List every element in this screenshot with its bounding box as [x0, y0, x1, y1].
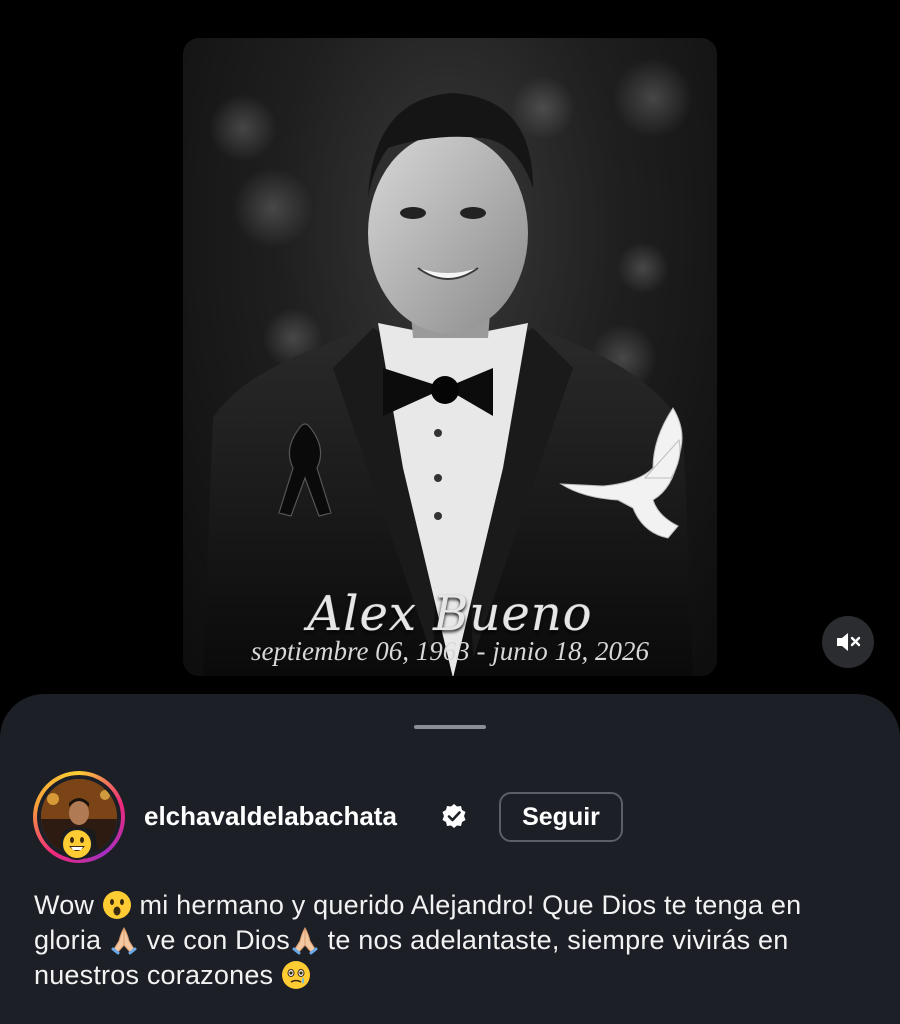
post-caption: Wow mi hermano y querido Alejandro! Que … [34, 888, 864, 993]
mute-button[interactable] [822, 616, 874, 668]
grinning-face-icon [61, 828, 93, 860]
praying-hands-icon [292, 927, 318, 955]
speaker-muted-icon [837, 633, 861, 651]
astonished-face-icon [102, 891, 131, 919]
post-username[interactable]: elchavaldelabachata [144, 801, 397, 832]
verified-badge-icon [442, 804, 466, 828]
caption-text: ve con Dios [138, 925, 290, 955]
caption-text: Wow [34, 890, 102, 920]
follow-button[interactable]: Seguir [499, 792, 623, 842]
memorial-name: Alex Bueno [307, 586, 593, 642]
avatar-emoji-badge [58, 825, 96, 863]
memorial-dates: septiembre 06, 1963 - junio 18, 2026 [251, 636, 649, 666]
memorial-photo-artwork [203, 58, 693, 676]
face-holding-back-tears-icon [281, 961, 310, 989]
praying-hands-icon [111, 927, 137, 955]
sheet-grabber[interactable] [414, 725, 486, 729]
memorial-photo[interactable]: Alex Bueno septiembre 06, 1963 - junio 1… [183, 38, 717, 676]
post-details-sheet: elchavaldelabachata Seguir Wow mi herman… [0, 694, 900, 1024]
